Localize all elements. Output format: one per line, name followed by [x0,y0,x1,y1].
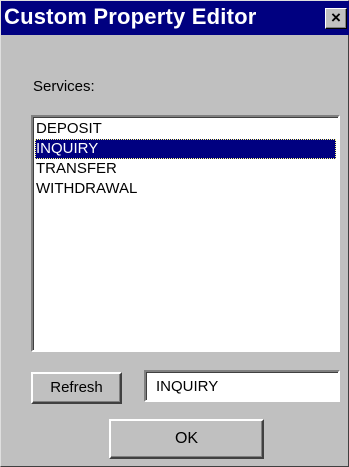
list-item-inquiry[interactable]: INQUIRY [35,139,336,159]
title-bar[interactable]: Custom Property Editor × [1,1,349,35]
close-icon: × [331,8,341,27]
close-button[interactable]: × [325,8,347,29]
window-title: Custom Property Editor [4,4,257,29]
custom-property-editor-window: Custom Property Editor × Services: DEPOS… [0,0,349,467]
refresh-button[interactable]: Refresh [31,372,122,404]
services-label: Services: [33,78,95,95]
services-list[interactable]: DEPOSIT INQUIRY TRANSFER WITHDRAWAL [31,115,340,352]
list-item-deposit[interactable]: DEPOSIT [35,119,336,139]
ok-button[interactable]: OK [109,419,264,459]
list-item-transfer[interactable]: TRANSFER [35,159,336,179]
list-item-withdrawal[interactable]: WITHDRAWAL [35,179,336,199]
selected-service-field[interactable] [144,370,340,402]
